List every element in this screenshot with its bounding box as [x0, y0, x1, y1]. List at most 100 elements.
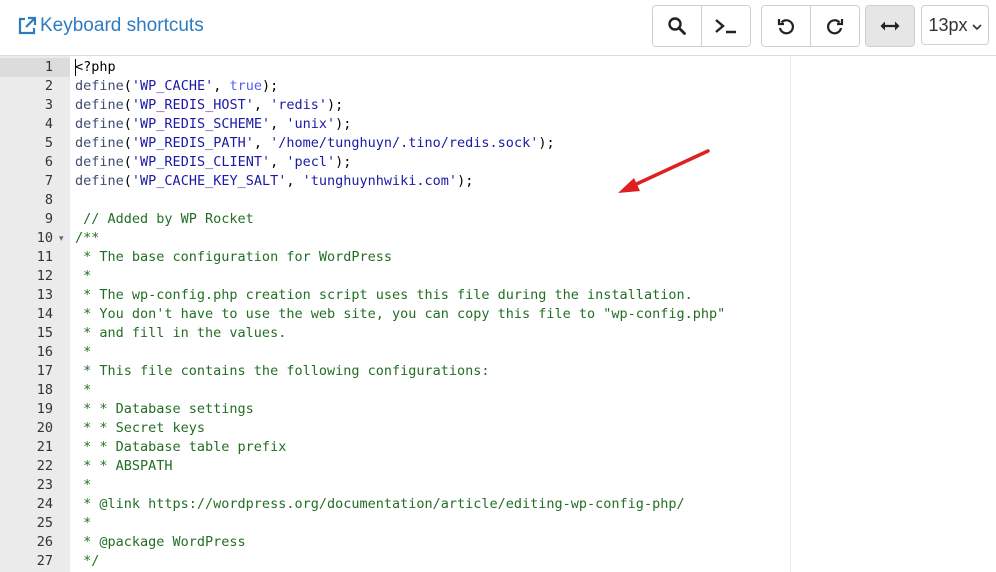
code-token: );	[261, 78, 279, 94]
code-token: define	[75, 135, 124, 151]
line-number: 16	[36, 344, 53, 360]
keyboard-shortcuts-link[interactable]: Keyboard shortcuts	[17, 15, 204, 37]
code-line: *	[75, 343, 91, 362]
code-token: */	[75, 553, 100, 569]
code-token: 'WP_REDIS_HOST'	[131, 97, 254, 113]
code-token: *	[75, 344, 92, 360]
line-number: 21	[36, 439, 53, 455]
code-token: * @package WordPress	[75, 534, 246, 550]
code-token: true	[229, 78, 262, 94]
line-number: 5	[44, 135, 53, 151]
active-line-highlight	[0, 58, 70, 77]
font-size-select[interactable]: 13px	[921, 5, 989, 45]
redo-button[interactable]	[810, 6, 859, 46]
font-size-value: 13px	[928, 14, 968, 35]
code-token: 'WP_REDIS_CLIENT'	[131, 154, 271, 170]
code-line: * * Database settings	[75, 400, 254, 419]
code-line: *	[75, 381, 91, 400]
code-line: define('WP_REDIS_PATH', '/home/tunghuyn/…	[75, 134, 555, 153]
line-number: 19	[36, 401, 53, 417]
wrap-toggle-icon	[879, 19, 901, 33]
line-number: 9	[44, 211, 53, 227]
line-number: 18	[36, 382, 53, 398]
code-line: * The base configuration for WordPress	[75, 248, 392, 267]
annotation-arrow	[618, 149, 710, 193]
search-button[interactable]	[653, 6, 701, 46]
code-editor[interactable]: 1 2 3 4 5 6 7 8 9 10 11 12 13 14 15 16 17 18 19 20 21 22 23 24 2…	[0, 55, 996, 572]
code-line: * * Secret keys	[75, 419, 205, 438]
code-token: * * Database table prefix	[75, 439, 287, 455]
code-token: (	[123, 78, 132, 94]
code-token: 'redis'	[270, 97, 328, 113]
line-number: 12	[36, 268, 53, 284]
code-token: ,	[270, 154, 287, 170]
code-token: define	[75, 78, 124, 94]
line-number: 25	[36, 515, 53, 531]
external-link-icon	[17, 16, 37, 36]
code-token: ,	[253, 135, 271, 151]
line-number-gutter: 1 2 3 4 5 6 7 8 9 10 11 12 13 14 15 16 17 18 19 20 21 22 23 24 2…	[0, 56, 70, 572]
line-number: 4	[44, 116, 53, 132]
code-token: define	[75, 154, 124, 170]
code-token: );	[457, 173, 474, 189]
code-token: * The wp-config.php creation script uses…	[75, 287, 693, 303]
line-number: 3	[44, 97, 53, 113]
code-line: * * Database table prefix	[75, 438, 286, 457]
line-number: 15	[36, 325, 53, 341]
code-token: * * ABSPATH	[75, 458, 173, 474]
code-token: <?php	[75, 59, 116, 75]
line-number: 17	[36, 363, 53, 379]
code-line: */	[75, 552, 99, 571]
line-number: 23	[36, 477, 53, 493]
line-number: 22	[36, 458, 53, 474]
line-number: 7	[44, 173, 53, 189]
code-token: 'WP_CACHE_KEY_SALT'	[131, 173, 287, 189]
code-line: define('WP_REDIS_SCHEME', 'unix');	[75, 115, 351, 134]
code-token: * The base configuration for WordPress	[75, 249, 392, 265]
code-token: 'WP_REDIS_PATH'	[131, 135, 254, 151]
undo-redo-group	[761, 5, 860, 47]
word-wrap-toggle[interactable]	[866, 6, 914, 46]
code-line: define('WP_CACHE', true);	[75, 77, 278, 96]
command-palette-button[interactable]	[701, 6, 750, 46]
code-token: *	[75, 515, 92, 531]
code-line: define('WP_REDIS_CLIENT', 'pecl');	[75, 153, 351, 172]
code-token: (	[123, 154, 132, 170]
line-number: 20	[36, 420, 53, 436]
code-token: * You don't have to use the web site, yo…	[75, 306, 726, 322]
code-token: 'WP_CACHE'	[131, 78, 214, 94]
fold-toggle-icon[interactable]: ▾	[59, 229, 64, 248]
line-number: 6	[44, 154, 53, 170]
code-token: *	[75, 477, 92, 493]
line-number: 14	[36, 306, 53, 322]
code-line: * @link https://wordpress.org/documentat…	[75, 495, 685, 514]
code-token: * This file contains the following confi…	[75, 363, 490, 379]
code-token: define	[75, 173, 124, 189]
code-token: * * Database settings	[75, 401, 254, 417]
code-token: 'unix'	[286, 116, 336, 132]
line-number: 24	[36, 496, 53, 512]
code-token: (	[123, 135, 132, 151]
undo-button[interactable]	[762, 6, 810, 46]
code-token: 'WP_REDIS_SCHEME'	[131, 116, 271, 132]
line-number: 26	[36, 534, 53, 550]
code-line: // Added by WP Rocket	[75, 210, 254, 229]
code-line: define('WP_CACHE_KEY_SALT', 'tunghuynhwi…	[75, 172, 473, 191]
code-token: ,	[253, 97, 271, 113]
text-cursor	[75, 59, 76, 76]
code-token: * @link https://wordpress.org/documentat…	[75, 496, 685, 512]
code-line: * and fill in the values.	[75, 324, 286, 343]
code-token: 'pecl'	[286, 154, 336, 170]
code-token: 'tunghuynhwiki.com'	[302, 173, 458, 189]
keyboard-shortcuts-label: Keyboard shortcuts	[40, 15, 204, 36]
code-token: );	[538, 135, 555, 151]
line-number: 13	[36, 287, 53, 303]
code-line: *	[75, 267, 91, 286]
chevron-down-icon	[971, 15, 982, 36]
code-token: );	[335, 154, 352, 170]
code-token: );	[335, 116, 352, 132]
line-number: 1	[44, 59, 53, 75]
search-icon	[667, 16, 687, 36]
code-token: * * Secret keys	[75, 420, 206, 436]
code-token: ,	[270, 116, 287, 132]
